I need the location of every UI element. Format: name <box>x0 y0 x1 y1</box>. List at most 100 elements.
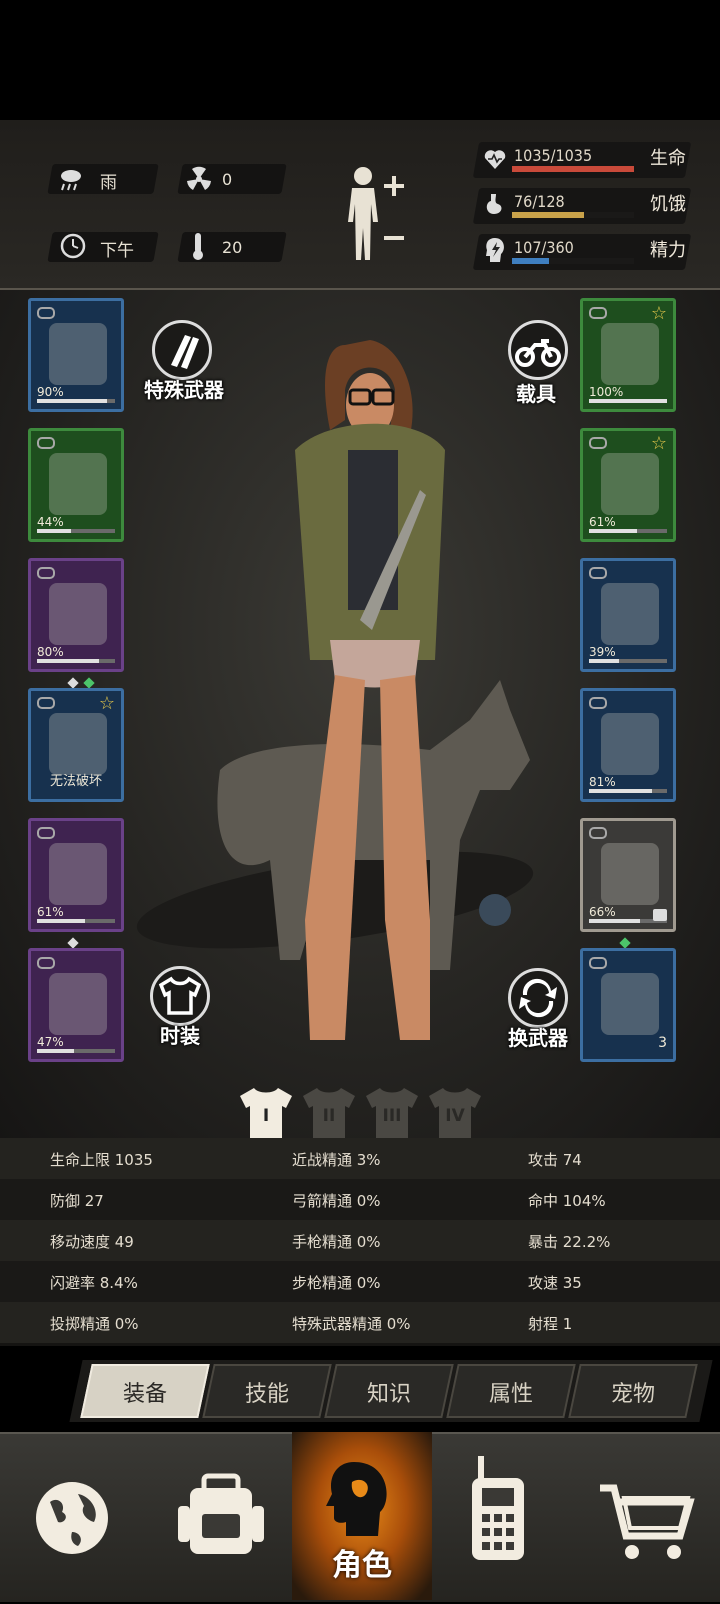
energy-value: 107/360 <box>514 238 574 257</box>
nav-radio[interactable] <box>436 1432 576 1600</box>
durability-percent: 80% <box>37 645 64 659</box>
helmet-icon <box>49 323 107 385</box>
slot-mask[interactable]: 61% ☆ <box>580 428 676 542</box>
star-icon: ☆ <box>98 693 115 714</box>
swap-weapon-button[interactable] <box>508 968 568 1028</box>
machete-icon <box>601 843 659 905</box>
stat-cell: 闪避率 8.4% <box>50 1274 138 1292</box>
slot-jacket[interactable]: 80% <box>28 558 124 689</box>
stat-cell: 攻速 35 <box>528 1274 582 1292</box>
slot-backpack[interactable]: 无法破坏 ☆ <box>28 688 124 802</box>
slot-vest[interactable]: 39% <box>580 558 676 672</box>
jacket-icon <box>49 583 107 645</box>
durability-percent: 100% <box>589 385 624 399</box>
shirt-icon <box>49 453 107 515</box>
temperature-value: 20 <box>222 238 243 257</box>
link-icon <box>589 437 607 449</box>
heart-icon <box>482 146 508 172</box>
link-icon <box>37 307 55 319</box>
health-value: 1035/1035 <box>514 146 593 165</box>
link-icon <box>589 307 607 319</box>
vehicle-button[interactable] <box>508 320 568 380</box>
thermometer-icon <box>190 231 206 261</box>
item-count: 3 <box>658 1035 667 1051</box>
vehicle-label[interactable]: 载具 <box>516 378 556 407</box>
lock-icon <box>653 909 667 921</box>
weather-label: 雨 <box>100 173 117 193</box>
fashion-label[interactable]: 时装 <box>160 1020 200 1049</box>
slot-shirt[interactable]: 44% <box>28 428 124 542</box>
vest-icon <box>601 583 659 645</box>
star-icon: ☆ <box>650 433 667 454</box>
stat-cell: 移动速度 49 <box>50 1233 134 1251</box>
link-icon <box>589 697 607 709</box>
stat-cell: 防御 27 <box>50 1192 104 1210</box>
durability-bar <box>37 1049 115 1053</box>
stats-row: 防御 27 弓箭精通 0% 命中 104% <box>0 1179 720 1220</box>
nav-inventory[interactable] <box>146 1432 286 1600</box>
motorcycle-icon <box>515 339 561 367</box>
stats-table: 生命上限 1035 近战精通 3% 攻击 74 防御 27 弓箭精通 0% 命中 104%… <box>0 1138 720 1346</box>
energy-bar <box>512 258 634 264</box>
fashion-button[interactable] <box>150 966 210 1026</box>
durability-percent: 61% <box>589 515 616 529</box>
outfit-tab-numeral: IV <box>445 1106 465 1126</box>
slot-molotov[interactable]: 3 <box>580 948 676 1062</box>
shirt-icon <box>158 976 202 1015</box>
tab-label[interactable]: 属性 <box>452 1376 570 1408</box>
pants-icon <box>49 843 107 905</box>
link-icon <box>37 827 55 839</box>
slot-boots[interactable]: 47% <box>28 948 124 1062</box>
nav-world[interactable] <box>0 1432 140 1600</box>
link-icon <box>37 437 55 449</box>
outfit-tab-numeral: I <box>262 1106 270 1126</box>
nav-character-label[interactable]: 角色 <box>320 1540 404 1584</box>
tab-label[interactable]: 装备 <box>86 1376 204 1408</box>
outfit-tab-2[interactable]: II <box>301 1084 357 1140</box>
stats-row: 生命上限 1035 近战精通 3% 攻击 74 <box>0 1138 720 1179</box>
shield-icon <box>601 713 659 775</box>
link-icon <box>589 957 607 969</box>
tab-label[interactable]: 技能 <box>208 1376 326 1408</box>
stat-cell: 近战精通 3% <box>292 1151 381 1169</box>
stats-row: 投掷精通 0% 特殊武器精通 0% 射程 1 <box>0 1302 720 1343</box>
tab-label[interactable]: 知识 <box>330 1376 448 1408</box>
stat-cell: 弓箭精通 0% <box>292 1192 381 1210</box>
swap-arrows-icon <box>519 978 557 1018</box>
radiation-value: 0 <box>222 170 233 189</box>
tab-label[interactable]: 宠物 <box>574 1376 692 1408</box>
clock-icon <box>60 233 86 259</box>
durability-percent: 90% <box>37 385 64 399</box>
hunger-bar <box>512 212 634 218</box>
slot-machete[interactable]: 66% <box>580 818 676 949</box>
slot-pants[interactable]: 61% <box>28 818 124 949</box>
nav-shop[interactable] <box>580 1432 720 1600</box>
radio-icon <box>472 1456 524 1560</box>
backpack-icon <box>178 1473 264 1554</box>
slot-glasses[interactable]: 100% ☆ <box>580 298 676 412</box>
stomach-icon <box>482 192 508 218</box>
link-icon <box>589 827 607 839</box>
special-weapon-button[interactable] <box>152 320 212 380</box>
durability-bar <box>589 659 667 663</box>
slot-helmet[interactable]: 90% <box>28 298 124 412</box>
durability-bar <box>589 789 667 793</box>
stat-cell: 射程 1 <box>528 1315 573 1333</box>
outfit-tab-3[interactable]: III <box>364 1084 420 1140</box>
outfit-tab-numeral: II <box>322 1106 336 1126</box>
slot-shield[interactable]: 81% <box>580 688 676 802</box>
human-body-icon[interactable] <box>340 160 410 270</box>
special-weapon-label[interactable]: 特殊武器 <box>144 374 224 403</box>
outfit-tab-1[interactable]: I <box>238 1084 294 1140</box>
outfit-tab-4[interactable]: IV <box>427 1084 483 1140</box>
stat-cell: 命中 104% <box>528 1192 606 1210</box>
glasses-icon <box>601 323 659 385</box>
durability-bar <box>589 529 667 533</box>
link-icon <box>589 567 607 579</box>
character-illustration <box>130 320 580 1080</box>
stat-cell: 暴击 22.2% <box>528 1233 611 1251</box>
durability-percent: 47% <box>37 1035 64 1049</box>
swap-weapon-label[interactable]: 换武器 <box>508 1022 568 1051</box>
stat-cell: 特殊武器精通 0% <box>292 1315 411 1333</box>
radiation-icon <box>186 166 212 192</box>
